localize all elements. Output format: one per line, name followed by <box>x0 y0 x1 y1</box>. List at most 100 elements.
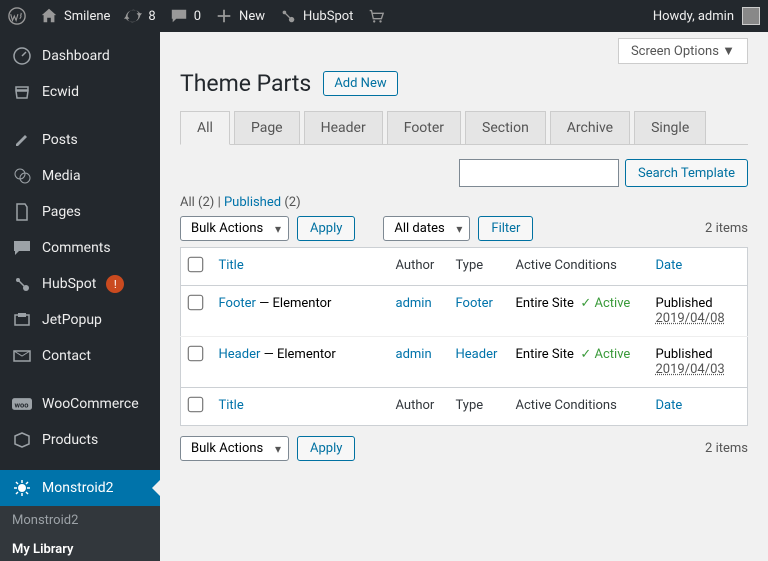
row-scope: Entire Site <box>516 296 574 311</box>
sidebar-item-media[interactable]: Media <box>0 158 160 194</box>
col-conditions: Active Conditions <box>508 248 648 286</box>
select-all-checkbox-bottom[interactable] <box>188 397 204 413</box>
comments-count: 0 <box>194 9 201 24</box>
col-type-foot: Type <box>448 388 508 426</box>
subsub-published-count: (2) <box>284 195 300 210</box>
subsub-links: All (2) | Published (2) <box>180 195 301 210</box>
subsub-published[interactable]: Published <box>224 195 281 210</box>
sidebar-item-ecwid[interactable]: Ecwid <box>0 74 160 110</box>
sidebar-item-woocommerce[interactable]: woo WooCommerce <box>0 386 160 422</box>
filter-button[interactable]: Filter <box>478 216 533 241</box>
tab-footer[interactable]: Footer <box>387 111 461 144</box>
page-title: Theme Parts <box>180 70 311 97</box>
tab-page[interactable]: Page <box>234 111 300 144</box>
avatar[interactable] <box>742 7 760 25</box>
cart-icon[interactable] <box>367 7 385 25</box>
date-filter-select[interactable]: All dates <box>383 216 470 241</box>
sidebar-label: JetPopup <box>42 312 102 328</box>
notification-badge: ! <box>106 275 124 293</box>
comments-link[interactable]: 0 <box>170 7 201 25</box>
sidebar-label: Dashboard <box>42 48 110 64</box>
row-scope: Entire Site <box>516 347 574 362</box>
row-checkbox[interactable] <box>188 346 204 362</box>
sidebar-label: Pages <box>42 204 81 220</box>
bulk-apply-button-bottom[interactable]: Apply <box>297 436 355 461</box>
table-row: Footer — Elementor admin Footer Entire S… <box>181 286 748 337</box>
sidebar-item-products[interactable]: Products <box>0 422 160 458</box>
submenu-monstroid2[interactable]: Monstroid2 <box>0 506 160 535</box>
sidebar-item-dashboard[interactable]: Dashboard <box>0 38 160 74</box>
row-date-label: Published <box>656 347 740 362</box>
screen-options-button[interactable]: Screen Options ▼ <box>618 38 748 64</box>
submenu-my-library[interactable]: My Library <box>0 535 160 561</box>
howdy-text[interactable]: Howdy, admin <box>653 9 734 24</box>
updates-link[interactable]: 8 <box>124 7 155 25</box>
row-status: ✓ Active <box>580 347 630 362</box>
row-title-suffix: — Elementor <box>256 296 331 311</box>
row-type-link[interactable]: Footer <box>456 296 493 311</box>
sidebar-item-posts[interactable]: Posts <box>0 122 160 158</box>
sidebar-label: Ecwid <box>42 84 79 100</box>
bulk-apply-button[interactable]: Apply <box>297 216 355 241</box>
col-title[interactable]: Title <box>211 248 388 286</box>
col-date[interactable]: Date <box>648 248 748 286</box>
sidebar-item-hubspot[interactable]: HubSpot! <box>0 266 160 302</box>
search-input[interactable] <box>459 159 619 187</box>
sidebar-label: WooCommerce <box>42 396 139 412</box>
select-all-checkbox[interactable] <box>188 257 204 273</box>
sidebar-label: Contact <box>42 348 91 364</box>
sidebar-item-comments[interactable]: Comments <box>0 230 160 266</box>
sidebar-item-pages[interactable]: Pages <box>0 194 160 230</box>
row-title-suffix: — Elementor <box>260 347 335 362</box>
wp-logo-icon[interactable] <box>8 7 26 25</box>
tab-header[interactable]: Header <box>304 111 383 144</box>
sidebar-label: Posts <box>42 132 78 148</box>
svg-text:woo: woo <box>15 400 29 409</box>
row-date-stamp: 2019/04/03 <box>656 362 740 377</box>
sidebar-item-contact[interactable]: Contact <box>0 338 160 374</box>
new-link[interactable]: New <box>215 7 265 25</box>
row-author-link[interactable]: admin <box>396 296 432 311</box>
col-date-foot[interactable]: Date <box>648 388 748 426</box>
site-name: Smilene <box>64 9 110 24</box>
sidebar-label: Products <box>42 432 98 448</box>
sidebar-label: Comments <box>42 240 111 256</box>
col-conditions-foot: Active Conditions <box>508 388 648 426</box>
row-date-label: Published <box>656 296 740 311</box>
bulk-actions-select[interactable]: Bulk Actions <box>180 216 289 241</box>
search-button[interactable]: Search Template <box>625 159 748 187</box>
row-title-link[interactable]: Header <box>219 347 261 362</box>
templates-table: Title Author Type Active Conditions Date… <box>180 247 748 426</box>
col-type: Type <box>448 248 508 286</box>
tab-all[interactable]: All <box>180 111 230 145</box>
row-title-link[interactable]: Footer <box>219 296 256 311</box>
admin-sidebar: Dashboard Ecwid Posts Media Pages Commen… <box>0 32 160 561</box>
sidebar-label: Monstroid2 <box>42 480 114 496</box>
tab-section[interactable]: Section <box>465 111 546 144</box>
row-date-stamp: 2019/04/08 <box>656 311 740 326</box>
tab-archive[interactable]: Archive <box>550 111 630 144</box>
add-new-button[interactable]: Add New <box>323 71 397 96</box>
row-status: ✓ Active <box>580 296 630 311</box>
site-link[interactable]: Smilene <box>40 7 110 25</box>
sidebar-label: Media <box>42 168 81 184</box>
row-checkbox[interactable] <box>188 295 204 311</box>
subsub-all-count: (2) <box>198 195 214 210</box>
items-count-top: 2 items <box>705 221 748 236</box>
hubspot-label: HubSpot <box>303 9 353 24</box>
col-title-foot[interactable]: Title <box>211 388 388 426</box>
bulk-actions-select-bottom[interactable]: Bulk Actions <box>180 436 289 461</box>
table-row: Header — Elementor admin Header Entire S… <box>181 337 748 388</box>
sidebar-item-jetpopup[interactable]: JetPopup <box>0 302 160 338</box>
col-author-foot: Author <box>388 388 448 426</box>
updates-count: 8 <box>148 9 155 24</box>
row-author-link[interactable]: admin <box>396 347 432 362</box>
type-tabs: All Page Header Footer Section Archive S… <box>180 111 748 145</box>
items-count-bottom: 2 items <box>705 441 748 456</box>
sidebar-label: HubSpot <box>42 276 96 292</box>
row-type-link[interactable]: Header <box>456 347 498 362</box>
tab-single[interactable]: Single <box>634 111 706 144</box>
sidebar-item-monstroid2[interactable]: Monstroid2 <box>0 470 160 506</box>
subsub-all[interactable]: All <box>180 195 195 210</box>
hubspot-link[interactable]: HubSpot <box>279 7 353 25</box>
